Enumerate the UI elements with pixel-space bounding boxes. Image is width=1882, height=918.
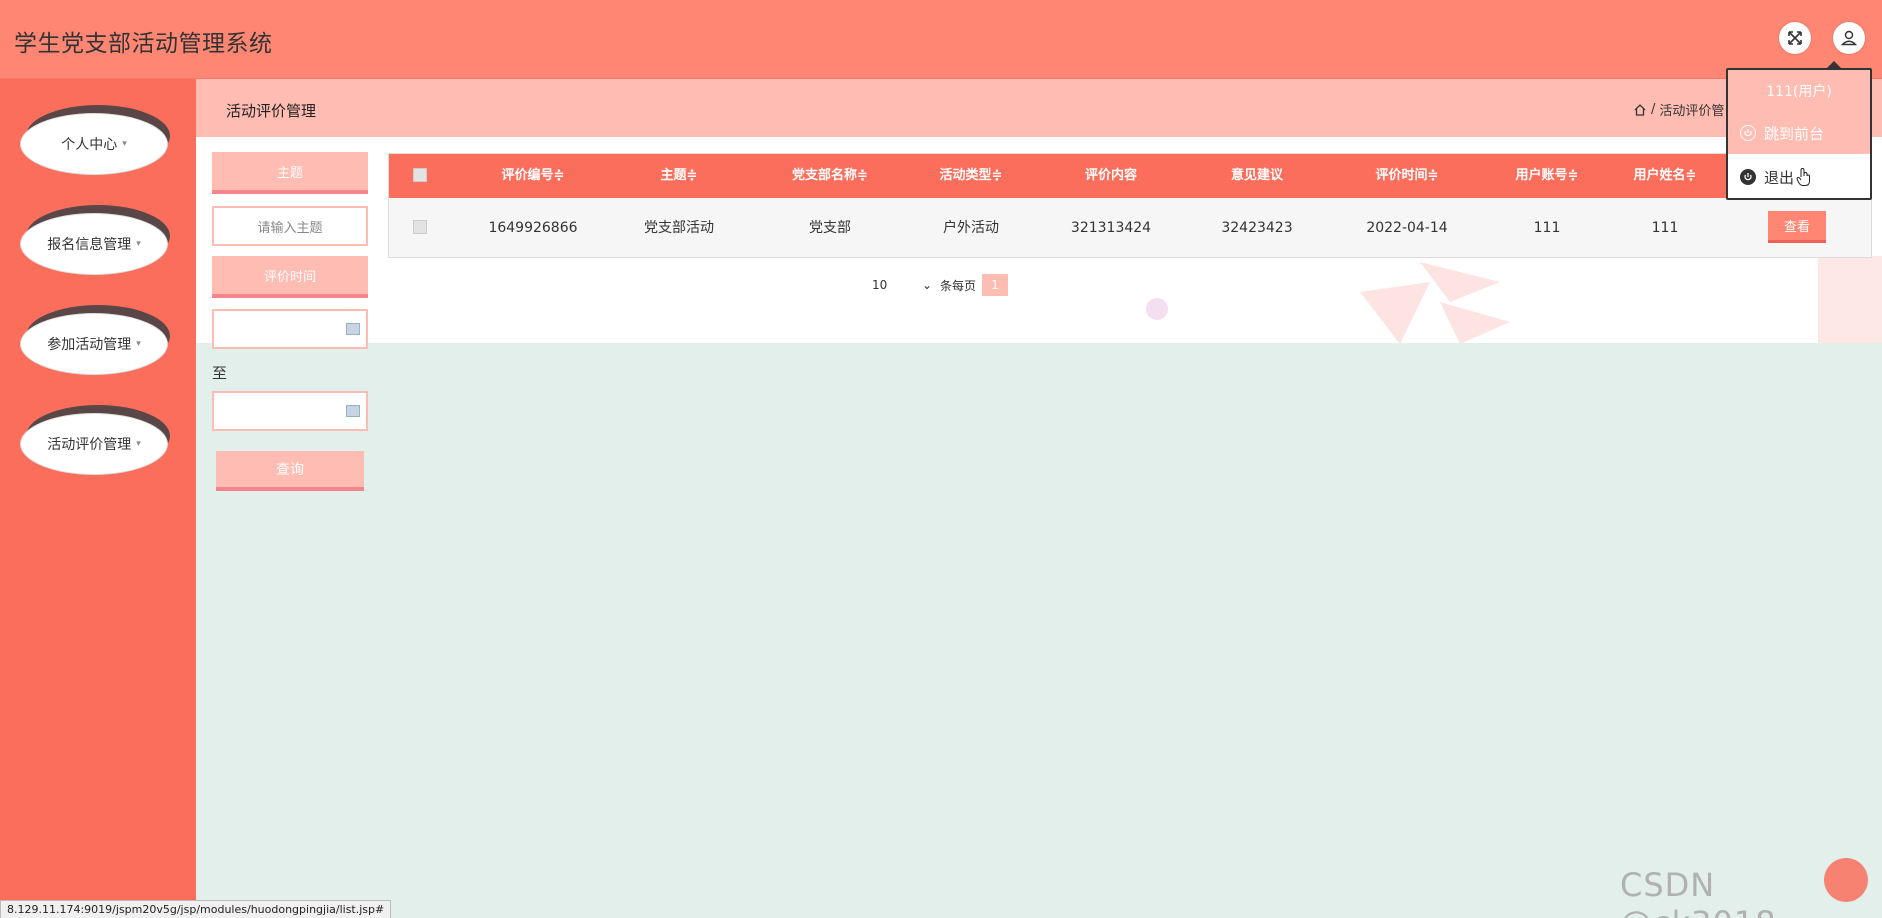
dropdown-arrow bbox=[1826, 61, 1842, 69]
table-cell: 党支部活动 bbox=[644, 220, 714, 236]
user-icon bbox=[1840, 30, 1858, 46]
sidebar-item-pill[interactable]: 活动评价管理 ▾ bbox=[20, 413, 168, 475]
column-header: 评价内容 bbox=[1084, 168, 1137, 183]
table-cell: 32423423 bbox=[1221, 220, 1293, 236]
power-icon bbox=[1740, 169, 1756, 185]
table-cell: 111 bbox=[1533, 220, 1561, 236]
fullscreen-button[interactable] bbox=[1779, 22, 1811, 54]
app-title: 学生党支部活动管理系统 bbox=[14, 31, 273, 57]
sidebar-item-pill[interactable]: 个人中心 ▾ bbox=[20, 113, 168, 175]
power-icon bbox=[1740, 125, 1756, 141]
column-header[interactable]: 评价时间≑ bbox=[1347, 154, 1467, 198]
page-size-value: 10 bbox=[872, 278, 888, 292]
view-button[interactable]: 查看 bbox=[1768, 211, 1826, 243]
table-cell: 1649926866 bbox=[488, 220, 578, 236]
table-cell: 321313424 bbox=[1070, 220, 1152, 236]
watermark: CSDN @ck3018 bbox=[1620, 866, 1776, 918]
subject-label: 主题 bbox=[212, 152, 368, 194]
column-header[interactable]: 评价编号≑ bbox=[473, 154, 593, 198]
evaluation-table: 评价编号≑ 主题≑ 党支部名称≑ 活动类型≑ 评价内容 意见建议 评价时间≑ 用… bbox=[388, 153, 1872, 258]
breadcrumb: / 活动评价管 bbox=[1633, 100, 1724, 119]
sidebar-item-participation[interactable]: 参加活动管理 ▾ bbox=[20, 305, 170, 375]
user-dropdown: 111(用户) 跳到前台 退出 bbox=[1726, 61, 1872, 200]
sidebar-item-label: 个人中心 bbox=[61, 137, 118, 153]
to-label: 至 bbox=[212, 364, 228, 382]
breadcrumb-current: 活动评价管 bbox=[1659, 104, 1725, 119]
page-size-select[interactable]: 10 ⌄ bbox=[872, 278, 932, 292]
table-cell: 2022-04-14 bbox=[1366, 220, 1448, 236]
sidebar-item-evaluation[interactable]: 活动评价管理 ▾ bbox=[20, 405, 170, 475]
column-header[interactable]: 用户账号≑ bbox=[1487, 154, 1607, 198]
caret-down-icon: ▾ bbox=[136, 239, 141, 249]
caret-down-icon: ▾ bbox=[136, 439, 141, 449]
page-number-button[interactable]: 1 bbox=[982, 274, 1009, 296]
column-header[interactable]: 活动类型≑ bbox=[911, 154, 1031, 198]
sidebar-item-pill[interactable]: 参加活动管理 ▾ bbox=[20, 313, 168, 375]
home-icon[interactable] bbox=[1633, 103, 1647, 117]
sidebar: 个人中心 ▾ 报名信息管理 ▾ 参加活动管理 ▾ 活动评价管理 ▾ bbox=[0, 79, 196, 918]
table-cell: 户外活动 bbox=[943, 220, 999, 236]
pagination: 10 ⌄ 条每页 1 bbox=[872, 274, 1009, 296]
logout-label: 退出 bbox=[1764, 168, 1795, 187]
end-date-input[interactable] bbox=[212, 391, 368, 431]
column-header[interactable]: 党支部名称≑ bbox=[760, 154, 900, 198]
column-header[interactable]: 用户姓名≑ bbox=[1605, 154, 1725, 198]
logout-item[interactable]: 退出 bbox=[1728, 156, 1870, 198]
decorative-panel bbox=[1818, 256, 1882, 343]
go-to-frontend-label: 跳到前台 bbox=[1764, 124, 1825, 143]
table-cell: 党支部 bbox=[809, 220, 851, 236]
hand-cursor-icon bbox=[1796, 167, 1811, 186]
calendar-icon[interactable] bbox=[346, 323, 360, 335]
sidebar-item-pill[interactable]: 报名信息管理 ▾ bbox=[20, 213, 168, 275]
column-header: 意见建议 bbox=[1230, 168, 1283, 183]
sidebar-item-label: 活动评价管理 bbox=[47, 437, 132, 453]
caret-down-icon: ▾ bbox=[136, 339, 141, 349]
per-page-label: 条每页 bbox=[940, 278, 977, 293]
column-header[interactable]: 主题≑ bbox=[619, 154, 739, 198]
dropdown-username: 111(用户) bbox=[1728, 70, 1870, 112]
select-all-checkbox[interactable] bbox=[413, 168, 427, 182]
breadcrumb-bar: 活动评价管理 / 活动评价管 bbox=[196, 79, 1882, 137]
browser-status-bar: 8.129.11.174:9019/jspm20v5g/jsp/modules/… bbox=[0, 900, 392, 918]
breadcrumb-separator: / bbox=[1651, 102, 1656, 117]
row-checkbox[interactable] bbox=[413, 220, 427, 234]
evaluation-time-label: 评价时间 bbox=[212, 256, 368, 298]
top-header: 学生党支部活动管理系统 bbox=[0, 0, 1882, 79]
table-cell: 111 bbox=[1651, 220, 1679, 236]
fullscreen-icon bbox=[1788, 31, 1802, 45]
user-menu-button[interactable] bbox=[1833, 22, 1865, 54]
calendar-icon[interactable] bbox=[346, 405, 360, 417]
sidebar-item-label: 参加活动管理 bbox=[47, 337, 132, 353]
page-title: 活动评价管理 bbox=[226, 102, 317, 120]
subject-input[interactable]: 请输入主题 bbox=[212, 206, 368, 246]
table-header: 评价编号≑ 主题≑ 党支部名称≑ 活动类型≑ 评价内容 意见建议 评价时间≑ 用… bbox=[389, 154, 1871, 198]
caret-down-icon: ▾ bbox=[122, 139, 127, 149]
decorative-fan-icon bbox=[1360, 262, 1510, 344]
sidebar-item-label: 报名信息管理 bbox=[47, 237, 132, 253]
sidebar-item-personal-center[interactable]: 个人中心 ▾ bbox=[20, 105, 170, 175]
go-to-frontend-item[interactable]: 跳到前台 bbox=[1728, 112, 1870, 154]
chevron-down-icon: ⌄ bbox=[921, 278, 932, 292]
sidebar-item-registration[interactable]: 报名信息管理 ▾ bbox=[20, 205, 170, 275]
query-button[interactable]: 查询 bbox=[216, 451, 364, 491]
decorative-circle bbox=[1146, 298, 1168, 320]
start-date-input[interactable] bbox=[212, 309, 368, 349]
